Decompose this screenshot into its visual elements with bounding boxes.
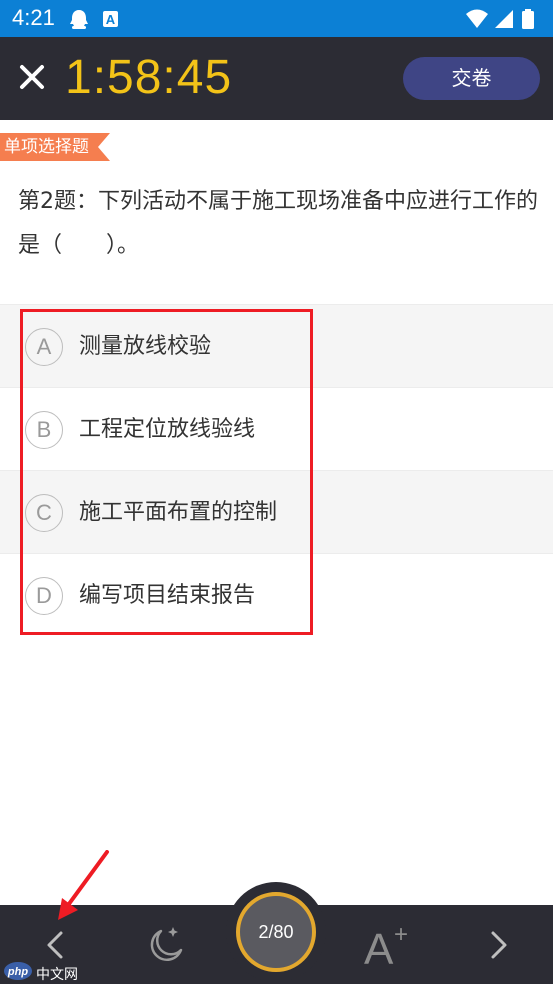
exam-timer: 1:58:45 [65, 51, 233, 104]
svg-text:+: + [394, 921, 408, 948]
question-text: 第2题：下列活动不属于施工现场准备中应进行工作的是（ ）。 [18, 189, 538, 258]
signal-icon [495, 10, 513, 28]
status-time: 4:21 [12, 5, 55, 30]
svg-text:A: A [364, 925, 394, 970]
question-progress-button[interactable]: 2/80 [226, 882, 326, 982]
system-icons [466, 9, 534, 29]
close-button[interactable] [14, 59, 50, 95]
option-letter-circle: B [25, 411, 63, 449]
notification-icons: A [70, 10, 118, 29]
close-icon [20, 65, 44, 89]
chevron-right-icon [491, 931, 507, 959]
chevron-left-icon [47, 931, 63, 959]
option-a[interactable]: A 测量放线校验 [0, 304, 553, 387]
option-text: 施工平面布置的控制 [79, 500, 278, 525]
option-b[interactable]: B 工程定位放线验线 [0, 387, 553, 470]
moon-icon [150, 927, 183, 962]
option-letter-circle: D [25, 577, 63, 615]
option-letter-circle: A [25, 328, 63, 366]
app-icon: A [103, 11, 118, 27]
question-type-label: 单项选择题 [4, 137, 89, 157]
status-bar: 4:21 A [0, 0, 553, 37]
option-letter-circle: C [25, 494, 63, 532]
previous-question-button[interactable] [38, 927, 74, 967]
option-text: 测量放线校验 [79, 334, 212, 359]
option-text: 编写项目结束报告 [79, 583, 256, 608]
next-question-button[interactable] [480, 927, 516, 967]
option-c[interactable]: C 施工平面布置的控制 [0, 470, 553, 553]
option-d[interactable]: D 编写项目结束报告 [0, 553, 553, 636]
font-size-button[interactable]: A + [362, 920, 414, 974]
watermark-logo: php [4, 962, 32, 980]
battery-icon [522, 9, 534, 29]
question-type-tag: 单项选择题 [0, 133, 112, 161]
watermark: php 中文网 [4, 961, 78, 983]
qq-icon [70, 10, 88, 29]
svg-text:php: php [7, 966, 28, 978]
option-text: 工程定位放线验线 [79, 417, 256, 442]
night-mode-button[interactable] [143, 922, 189, 972]
progress-ring: 2/80 [236, 892, 316, 972]
submit-exam-button[interactable]: 交卷 [403, 57, 540, 100]
wifi-icon [466, 9, 488, 28]
exam-header: 1:58:45 交卷 [0, 37, 553, 120]
font-size-icon: A + [364, 921, 408, 974]
progress-text: 2/80 [258, 922, 294, 942]
options-list: A 测量放线校验 B 工程定位放线验线 C 施工平面布置的控制 D 编写项目结束… [0, 304, 553, 636]
watermark-text: 中文网 [36, 967, 78, 983]
svg-text:A: A [106, 12, 116, 27]
